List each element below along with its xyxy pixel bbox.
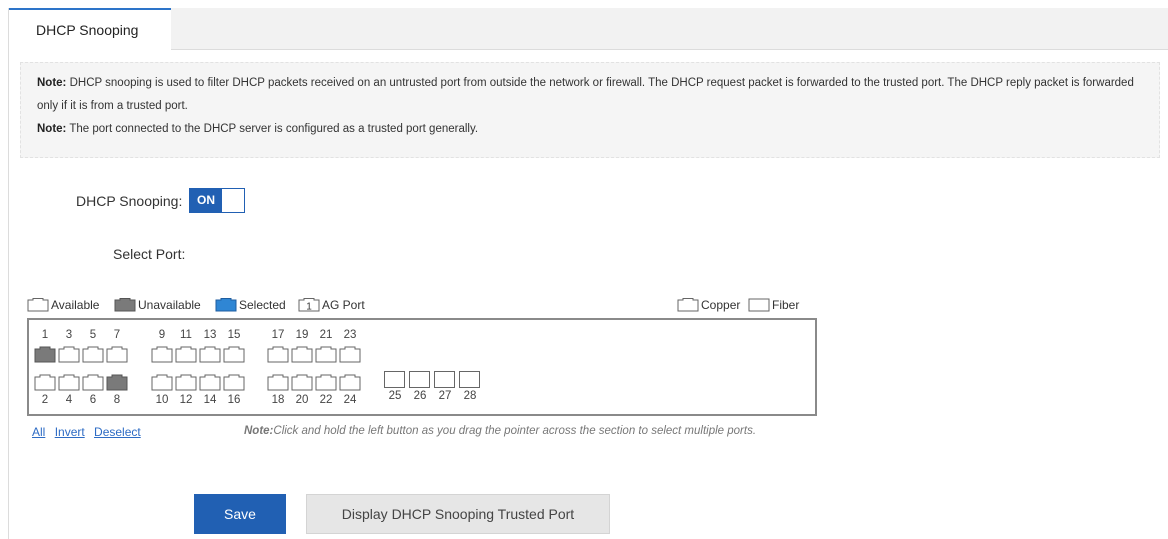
note-2: Note: The port connected to the DHCP ser… [37, 118, 1143, 141]
port-19[interactable] [291, 346, 313, 366]
unavailable-port-icon [114, 298, 136, 312]
note-1-prefix: Note: [37, 77, 67, 89]
port-25[interactable] [384, 371, 405, 391]
port-22[interactable] [315, 374, 337, 394]
port-number-label: 1 [41, 329, 49, 341]
port-number-label: 12 [179, 394, 193, 406]
content-frame-border [8, 8, 9, 539]
port-number-label: 13 [203, 329, 217, 341]
deselect-link[interactable]: Deselect [94, 425, 141, 439]
legend-fiber-label: Fiber [772, 298, 800, 312]
port-number-label: 6 [89, 394, 97, 406]
port-3[interactable] [58, 346, 80, 366]
port-1[interactable] [34, 346, 56, 366]
ag-port-icon: 1 [298, 298, 320, 312]
fiber-port-icon [748, 298, 770, 312]
port-number-label: 7 [113, 329, 121, 341]
note-1-text: DHCP snooping is used to filter DHCP pac… [37, 77, 1134, 112]
port-number-label: 21 [319, 329, 333, 341]
tab-bar [9, 8, 1168, 50]
port-number-label: 2 [41, 394, 49, 406]
note-box: Note: DHCP snooping is used to filter DH… [20, 62, 1160, 158]
port-number-label: 10 [155, 394, 169, 406]
save-button[interactable]: Save [194, 494, 286, 534]
port-13[interactable] [199, 346, 221, 366]
port-26[interactable] [409, 371, 430, 391]
display-trusted-port-button[interactable]: Display DHCP Snooping Trusted Port [306, 494, 610, 534]
port-number-label: 8 [113, 394, 121, 406]
port-28[interactable] [459, 371, 480, 391]
port-number-label: 22 [319, 394, 333, 406]
port-number-label: 9 [158, 329, 166, 341]
selected-port-icon [215, 298, 237, 312]
available-port-icon [27, 298, 49, 312]
port-7[interactable] [106, 346, 128, 366]
note-1: Note: DHCP snooping is used to filter DH… [37, 72, 1143, 118]
legend-fiber: Fiber [748, 298, 799, 312]
legend-ag-port-label: AG Port [322, 298, 365, 312]
port-18[interactable] [267, 374, 289, 394]
legend-unavailable: Unavailable [114, 298, 201, 312]
port-21[interactable] [315, 346, 337, 366]
dhcp-snooping-label: DHCP Snooping: [76, 193, 183, 209]
port-number-label: 11 [180, 329, 192, 341]
port-number-label: 20 [295, 394, 309, 406]
port-number-label: 28 [463, 390, 477, 402]
port-number-label: 5 [89, 329, 97, 341]
port-12[interactable] [175, 374, 197, 394]
tab-dhcp-snooping[interactable]: DHCP Snooping [9, 8, 171, 50]
port-panel[interactable]: 1 2 3 4 5 6 7 8 9 10 11 12 13 14 15 16 17 18 19 20 21 22 23 24 2… [27, 318, 817, 416]
legend-unavailable-label: Unavailable [138, 298, 201, 312]
legend-selected-label: Selected [239, 298, 286, 312]
port-2[interactable] [34, 374, 56, 394]
legend-available: Available [27, 298, 99, 312]
port-16[interactable] [223, 374, 245, 394]
toggle-on-indicator: ON [190, 189, 222, 212]
select-port-label: Select Port: [113, 246, 186, 262]
legend-copper: Copper [677, 298, 740, 312]
port-number-label: 18 [271, 394, 285, 406]
port-number-label: 19 [295, 329, 309, 341]
legend-copper-label: Copper [701, 298, 741, 312]
port-number-label: 15 [227, 329, 241, 341]
port-number-label: 25 [388, 390, 402, 402]
port-8[interactable] [106, 374, 128, 394]
port-17[interactable] [267, 346, 289, 366]
note-2-prefix: Note: [37, 123, 67, 135]
port-24[interactable] [339, 374, 361, 394]
port-11[interactable] [175, 346, 197, 366]
port-number-label: 4 [65, 394, 73, 406]
legend-selected: Selected [215, 298, 286, 312]
port-number-label: 24 [343, 394, 357, 406]
port-number-label: 14 [203, 394, 217, 406]
port-10[interactable] [151, 374, 173, 394]
ag-port-icon-number: 1 [306, 302, 312, 313]
drag-select-hint: Note:Click and hold the left button as y… [244, 425, 756, 437]
port-20[interactable] [291, 374, 313, 394]
port-15[interactable] [223, 346, 245, 366]
port-27[interactable] [434, 371, 455, 391]
port-number-label: 3 [65, 329, 73, 341]
port-9[interactable] [151, 346, 173, 366]
port-number-label: 23 [343, 329, 357, 341]
port-number-label: 17 [271, 329, 285, 341]
port-5[interactable] [82, 346, 104, 366]
invert-selection-link[interactable]: Invert [55, 425, 85, 439]
note-2-text: The port connected to the DHCP server is… [66, 123, 479, 135]
legend-ag-port: 1 AG Port [298, 298, 365, 312]
port-number-label: 16 [227, 394, 241, 406]
hint-text: Click and hold the left button as you dr… [273, 425, 757, 437]
select-all-link[interactable]: All [32, 425, 45, 439]
copper-port-icon [677, 298, 699, 312]
legend-available-label: Available [51, 298, 100, 312]
dhcp-snooping-toggle[interactable]: ON [189, 188, 245, 213]
hint-prefix: Note: [244, 425, 274, 437]
port-number-label: 27 [438, 390, 452, 402]
port-23[interactable] [339, 346, 361, 366]
port-4[interactable] [58, 374, 80, 394]
port-6[interactable] [82, 374, 104, 394]
selection-links: All Invert Deselect [32, 425, 147, 439]
port-14[interactable] [199, 374, 221, 394]
port-number-label: 26 [413, 390, 427, 402]
